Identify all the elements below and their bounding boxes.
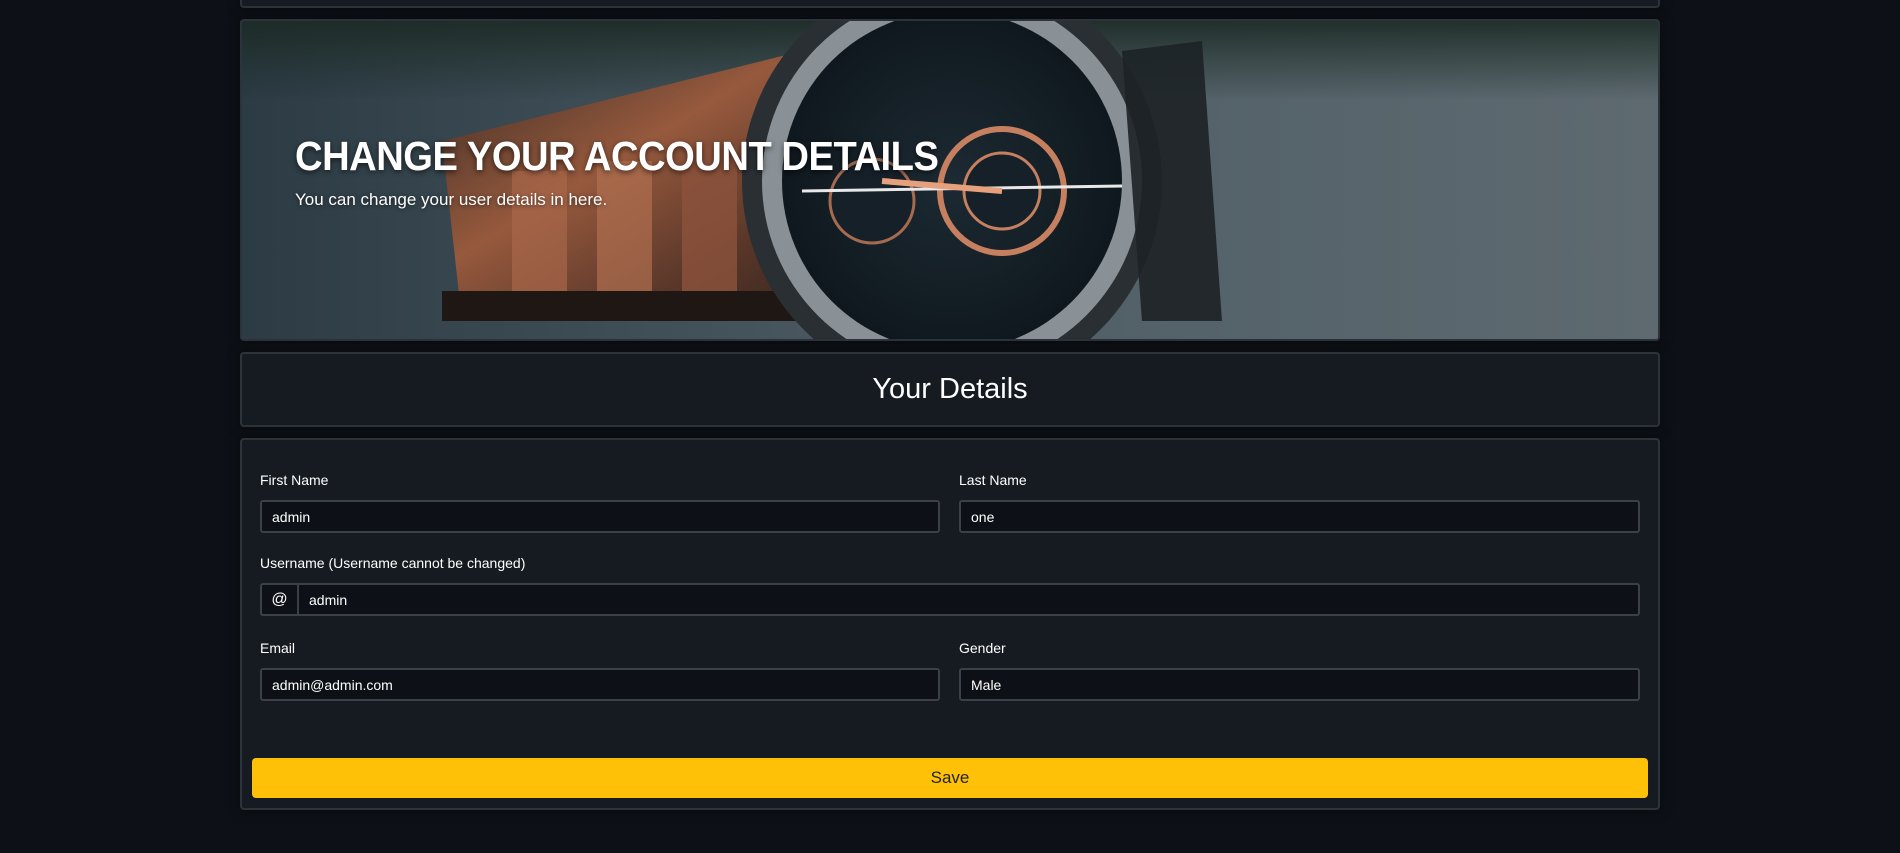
hero-content: CHANGE YOUR ACCOUNT DETAILS You can chan… — [295, 133, 987, 210]
last-name-label: Last Name — [959, 472, 1027, 488]
hero-subtitle: You can change your user details in here… — [295, 190, 608, 209]
top-card-edge — [240, 0, 1660, 8]
first-name-group: First Name — [260, 472, 940, 533]
details-form: First Name Last Name Username (Username … — [240, 438, 1660, 810]
username-input[interactable] — [297, 583, 1640, 616]
email-group: Email — [260, 640, 940, 701]
hero-title: CHANGE YOUR ACCOUNT DETAILS — [295, 133, 939, 179]
account-page: CHANGE YOUR ACCOUNT DETAILS You can chan… — [0, 0, 1900, 853]
last-name-group: Last Name — [959, 472, 1640, 533]
section-title: Your Details — [872, 373, 1028, 405]
username-input-group: @ — [260, 583, 1640, 616]
hero-banner: CHANGE YOUR ACCOUNT DETAILS You can chan… — [240, 19, 1660, 341]
save-button[interactable]: Save — [252, 758, 1648, 798]
at-sign-prefix: @ — [260, 583, 297, 616]
first-name-input[interactable] — [260, 500, 940, 533]
email-input[interactable] — [260, 668, 940, 701]
details-header-card: Your Details — [240, 352, 1660, 427]
gender-label: Gender — [959, 640, 1006, 656]
gender-input[interactable] — [959, 668, 1640, 701]
username-group: Username (Username cannot be changed) @ — [260, 555, 1640, 616]
last-name-input[interactable] — [959, 500, 1640, 533]
first-name-label: First Name — [260, 472, 329, 488]
email-label: Email — [260, 640, 296, 656]
username-label: Username (Username cannot be changed) — [260, 555, 526, 571]
gender-group: Gender — [959, 640, 1640, 701]
